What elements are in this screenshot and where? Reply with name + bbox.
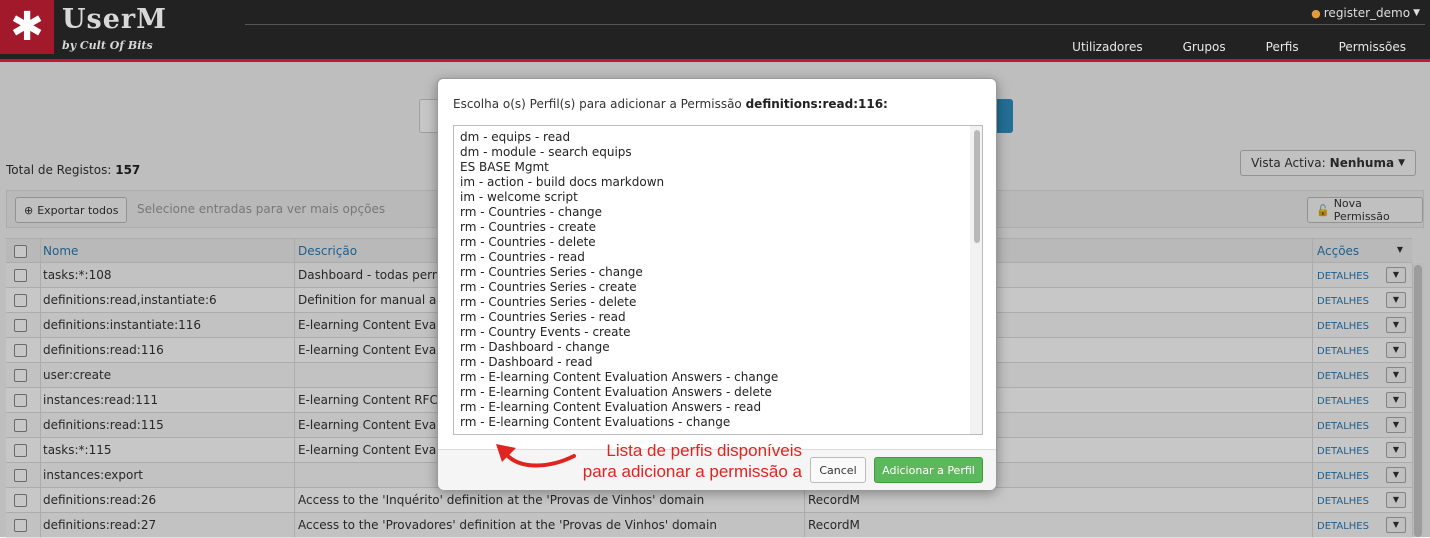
profile-option[interactable]: ES BASE Mgmt — [454, 160, 982, 175]
profiles-listbox[interactable]: dm - equips - read dm - module - search e… — [453, 125, 983, 435]
nav-item-permissoes[interactable]: Permissões — [1339, 40, 1406, 54]
profile-option[interactable]: rm - Countries - read — [454, 250, 982, 265]
main-nav: Utilizadores Grupos Perfis Permissões — [1032, 40, 1406, 54]
add-to-profile-dialog: Escolha o(s) Perfil(s) para adicionar a … — [437, 78, 997, 490]
top-bar: ✱ UserM by Cult Of Bits ● register_demo … — [0, 0, 1430, 62]
app-name[interactable]: UserM — [62, 4, 167, 35]
header-divider — [245, 24, 1425, 25]
profile-option[interactable]: rm - Countries - delete — [454, 235, 982, 250]
listbox-scrollbar-thumb[interactable] — [974, 130, 980, 243]
profile-option[interactable]: rm - Dashboard - change — [454, 340, 982, 355]
nav-item-grupos[interactable]: Grupos — [1183, 40, 1226, 54]
add-to-profile-button[interactable]: Adicionar a Perfil — [874, 457, 983, 483]
annotation-line-1: Lista de perfis disponíveis — [606, 441, 802, 460]
profile-option[interactable]: dm - module - search equips — [454, 145, 982, 160]
listbox-scrollbar[interactable] — [970, 126, 982, 434]
profile-option[interactable]: rm - E-learning Content Evaluation Answe… — [454, 400, 982, 415]
profile-option[interactable]: dm - equips - read — [454, 130, 982, 145]
profile-option[interactable]: rm - E-learning Content Evaluation Answe… — [454, 385, 982, 400]
profile-option[interactable]: im - welcome script — [454, 190, 982, 205]
profile-option[interactable]: rm - Countries - change — [454, 205, 982, 220]
user-menu[interactable]: ● register_demo ▼ — [1311, 6, 1420, 20]
profiles-list: dm - equips - read dm - module - search e… — [454, 126, 982, 430]
app-subtitle: by Cult Of Bits — [62, 39, 153, 52]
asterisk-logo-icon[interactable]: ✱ — [0, 0, 54, 54]
nav-item-perfis[interactable]: Perfis — [1266, 40, 1299, 54]
dialog-title-permission: definitions:read:116: — [745, 97, 888, 111]
profile-option[interactable]: rm - Country Events - create — [454, 325, 982, 340]
profile-option[interactable]: rm - E-learning Content Evaluations - ch… — [454, 415, 982, 430]
profile-option[interactable]: rm - Countries - create — [454, 220, 982, 235]
profile-option[interactable]: rm - Dashboard - read — [454, 355, 982, 370]
profile-option[interactable]: im - action - build docs markdown — [454, 175, 982, 190]
cancel-button[interactable]: Cancel — [810, 457, 866, 483]
nav-item-utilizadores[interactable]: Utilizadores — [1072, 40, 1142, 54]
user-name: register_demo — [1323, 6, 1411, 20]
dialog-title: Escolha o(s) Perfil(s) para adicionar a … — [453, 97, 888, 111]
user-icon: ● — [1311, 6, 1321, 20]
profile-option[interactable]: rm - Countries Series - change — [454, 265, 982, 280]
chevron-down-icon: ▼ — [1413, 8, 1420, 18]
annotation-line-2: para adicionar a permissão a — [582, 462, 802, 481]
profile-option[interactable]: rm - Countries Series - delete — [454, 295, 982, 310]
profile-option[interactable]: rm - Countries Series - read — [454, 310, 982, 325]
annotation-text: Lista de perfis disponíveis para adicion… — [566, 440, 802, 482]
profile-option[interactable]: rm - E-learning Content Evaluation Answe… — [454, 370, 982, 385]
dialog-title-prefix: Escolha o(s) Perfil(s) para adicionar a … — [453, 97, 742, 111]
profile-option[interactable]: rm - Countries Series - create — [454, 280, 982, 295]
